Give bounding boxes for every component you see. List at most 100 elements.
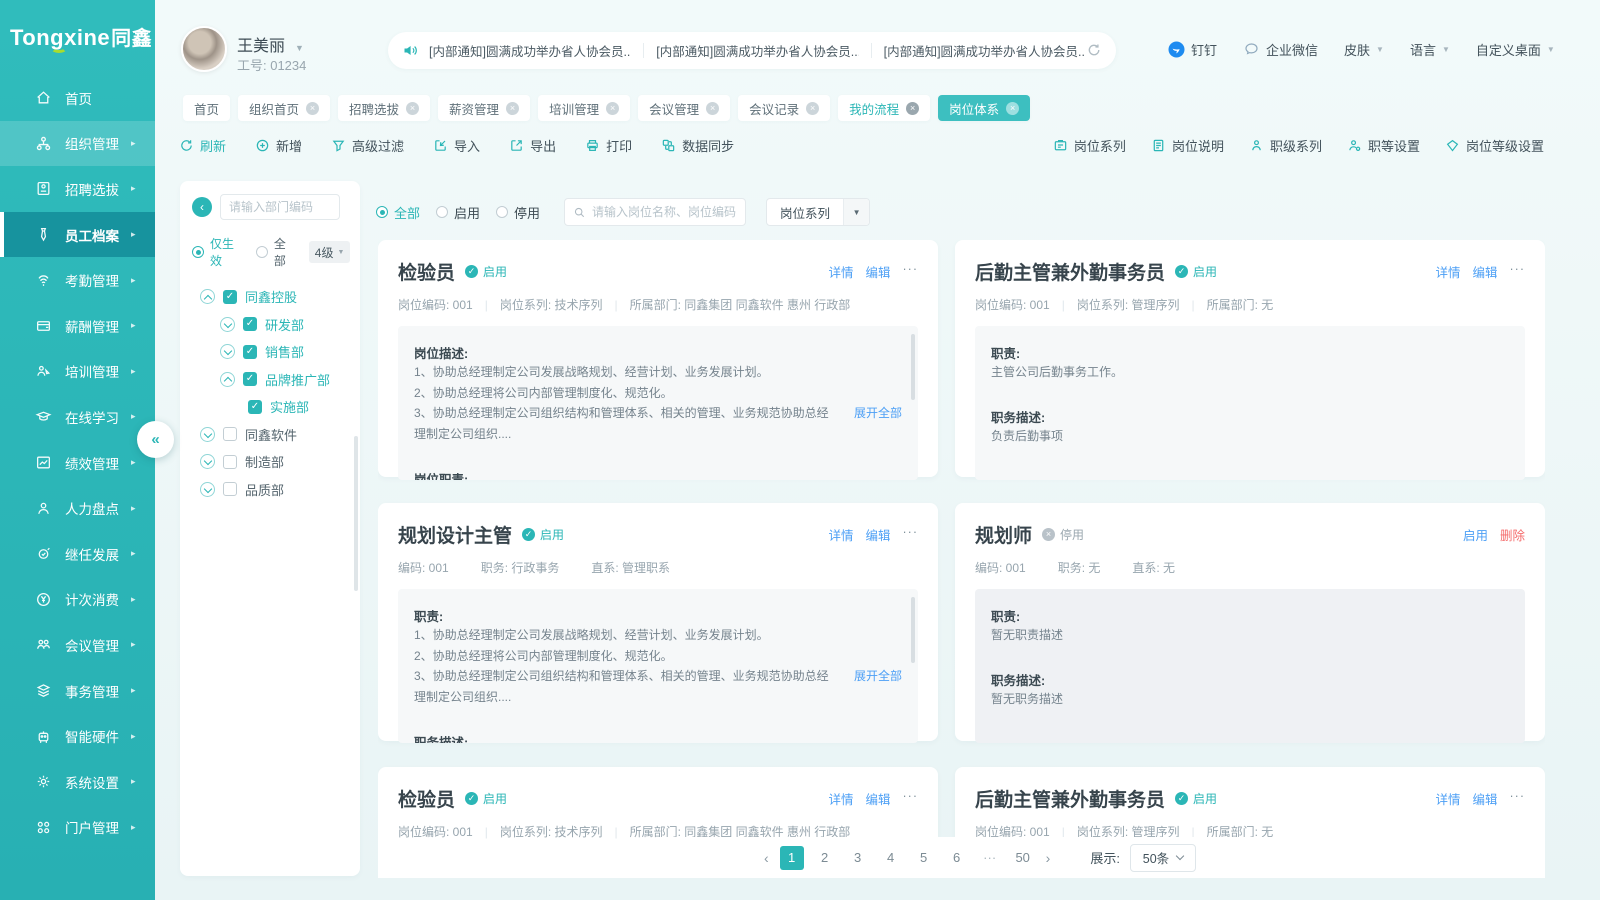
sidebar-item-org[interactable]: 组织管理 ▸ <box>0 121 155 167</box>
more-actions-icon[interactable]: ··· <box>903 525 919 544</box>
tree-node[interactable]: ✓ 同鑫控股 <box>192 283 350 311</box>
expand-node-icon[interactable] <box>200 482 215 497</box>
tree-node[interactable]: 品质部 <box>192 476 350 504</box>
position-search-input[interactable] <box>592 205 737 219</box>
checkbox-unchecked[interactable] <box>223 482 237 496</box>
sidebar-collapse-button[interactable]: « <box>137 421 174 458</box>
tab-my-flows[interactable]: 我的流程× <box>838 95 930 121</box>
enable-link[interactable]: 启用 <box>1463 525 1488 544</box>
tab-meeting-records[interactable]: 会议记录× <box>738 95 830 121</box>
close-icon[interactable]: × <box>406 102 419 115</box>
checkbox-checked[interactable]: ✓ <box>243 317 257 331</box>
detail-link[interactable]: 详情 <box>828 262 853 281</box>
expand-node-icon[interactable] <box>220 344 235 359</box>
page-button[interactable]: 4 <box>879 846 903 870</box>
checkbox-checked[interactable]: ✓ <box>243 372 257 386</box>
close-icon[interactable]: × <box>906 102 919 115</box>
grade-settings-button[interactable]: 职等设置 <box>1347 136 1420 155</box>
sidebar-item-smart-hardware[interactable]: 智能硬件 ▸ <box>0 713 155 759</box>
tree-node[interactable]: ✓ 品牌推广部 <box>192 366 350 394</box>
position-series-button[interactable]: 岗位系列 <box>1053 136 1126 155</box>
page-button[interactable]: 50 <box>1011 846 1035 870</box>
sidebar-item-employee-files[interactable]: 员工档案 ▸ <box>0 212 155 258</box>
data-sync-button[interactable]: 数据同步 <box>661 136 734 155</box>
expand-node-icon[interactable] <box>200 427 215 442</box>
more-actions-icon[interactable]: ··· <box>903 789 919 808</box>
avatar[interactable] <box>181 26 227 72</box>
position-level-settings-button[interactable]: 岗位等级设置 <box>1445 136 1544 155</box>
print-button[interactable]: 打印 <box>585 136 632 155</box>
tab-org-home[interactable]: 组织首页× <box>238 95 330 121</box>
custom-desktop-menu[interactable]: 自定义桌面 ▼ <box>1476 40 1555 59</box>
sidebar-item-elearning[interactable]: 在线学习 ▸ <box>0 394 155 440</box>
refresh-button[interactable]: 刷新 <box>179 136 226 155</box>
checkbox-checked[interactable]: ✓ <box>243 345 257 359</box>
radio-active-only[interactable] <box>192 246 204 258</box>
sidebar-item-metered-spend[interactable]: 计次消费 ▸ <box>0 577 155 623</box>
more-actions-icon[interactable]: ··· <box>1510 789 1526 808</box>
checkbox-checked[interactable]: ✓ <box>223 290 237 304</box>
notice-item[interactable]: [内部通知]圆满成功举办省人协会员... <box>656 41 858 60</box>
tab-training[interactable]: 培训管理× <box>538 95 630 121</box>
detail-link[interactable]: 详情 <box>1435 262 1460 281</box>
position-description-button[interactable]: 岗位说明 <box>1151 136 1224 155</box>
sidebar-item-home[interactable]: 首页 <box>0 75 155 121</box>
close-icon[interactable]: × <box>306 102 319 115</box>
tab-recruit[interactable]: 招聘选拔× <box>338 95 430 121</box>
more-actions-icon[interactable]: ··· <box>903 262 919 281</box>
close-icon[interactable]: × <box>806 102 819 115</box>
sidebar-item-affairs[interactable]: 事务管理 ▸ <box>0 668 155 714</box>
tree-node[interactable]: ✓ 销售部 <box>192 338 350 366</box>
scrollbar-thumb[interactable] <box>911 334 915 400</box>
close-icon[interactable]: × <box>1006 102 1019 115</box>
scrollbar-thumb[interactable] <box>911 597 915 663</box>
wecom-link[interactable]: 企业微信 <box>1243 40 1318 59</box>
tree-level-select[interactable]: 4级 ▼ <box>309 241 350 263</box>
radio-all[interactable] <box>256 246 268 258</box>
tree-node[interactable]: ✓ 研发部 <box>192 311 350 339</box>
user-name[interactable]: 王美丽▼ <box>237 32 304 56</box>
sidebar-item-performance[interactable]: 绩效管理 ▸ <box>0 440 155 486</box>
close-icon[interactable]: × <box>506 102 519 115</box>
sidebar-item-payroll[interactable]: 薪酬管理 ▸ <box>0 303 155 349</box>
radio-status-all[interactable] <box>376 206 388 218</box>
sidebar-item-hr-inventory[interactable]: 人力盘点 ▸ <box>0 485 155 531</box>
next-page-icon[interactable]: › <box>1044 850 1053 866</box>
delete-link[interactable]: 删除 <box>1500 525 1525 544</box>
tree-node[interactable]: 同鑫软件 <box>192 421 350 449</box>
add-button[interactable]: 新增 <box>255 136 302 155</box>
page-button[interactable]: 3 <box>846 846 870 870</box>
scrollbar-thumb[interactable] <box>354 436 358 591</box>
edit-link[interactable]: 编辑 <box>1472 262 1497 281</box>
tree-node[interactable]: ✓ 实施部 <box>192 393 350 421</box>
tree-node[interactable]: 制造部 <box>192 448 350 476</box>
rank-series-button[interactable]: 职级系列 <box>1249 136 1322 155</box>
tab-position-system[interactable]: 岗位体系× <box>938 95 1030 121</box>
export-button[interactable]: 导出 <box>509 136 556 155</box>
import-button[interactable]: 导入 <box>433 136 480 155</box>
detail-link[interactable]: 详情 <box>1435 789 1460 808</box>
detail-link[interactable]: 详情 <box>828 525 853 544</box>
expand-node-icon[interactable] <box>200 454 215 469</box>
sidebar-item-settings[interactable]: 系统设置 ▸ <box>0 759 155 805</box>
sidebar-item-training[interactable]: 培训管理 ▸ <box>0 349 155 395</box>
notice-item[interactable]: [内部通知]圆满成功举办省人协会员... <box>884 41 1086 60</box>
sidebar-item-attendance[interactable]: 考勤管理 ▸ <box>0 257 155 303</box>
close-icon[interactable]: × <box>606 102 619 115</box>
department-search-input[interactable] <box>220 194 340 220</box>
radio-status-disabled[interactable] <box>496 206 508 218</box>
collapse-node-icon[interactable] <box>220 372 235 387</box>
edit-link[interactable]: 编辑 <box>1472 789 1497 808</box>
expand-node-icon[interactable] <box>220 317 235 332</box>
edit-link[interactable]: 编辑 <box>865 262 890 281</box>
tab-meeting-mgmt[interactable]: 会议管理× <box>638 95 730 121</box>
refresh-notices-icon[interactable] <box>1086 42 1102 59</box>
radio-status-enabled[interactable] <box>436 206 448 218</box>
sidebar-item-portal[interactable]: 门户管理 ▸ <box>0 805 155 851</box>
advanced-filter-button[interactable]: 高级过滤 <box>331 136 404 155</box>
sidebar-item-succession[interactable]: 继任发展 ▸ <box>0 531 155 577</box>
prev-page-icon[interactable]: ‹ <box>762 850 771 866</box>
notice-item[interactable]: [内部通知]圆满成功举办省人协会员... <box>429 41 631 60</box>
dingtalk-link[interactable]: 钉钉 <box>1168 40 1217 59</box>
page-button[interactable]: 2 <box>813 846 837 870</box>
